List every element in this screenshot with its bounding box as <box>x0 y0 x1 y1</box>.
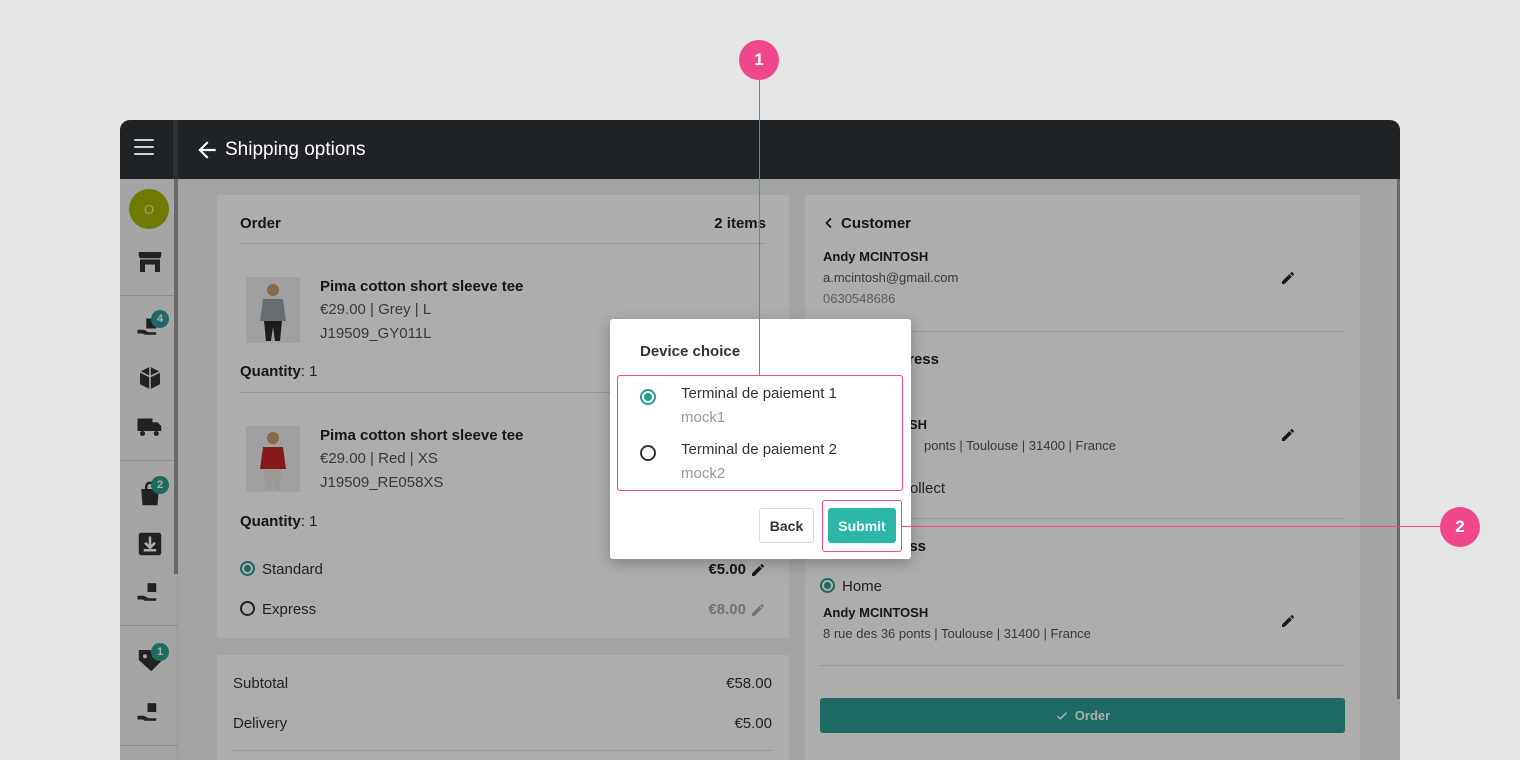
dialog-title: Device choice <box>640 343 741 360</box>
back-arrow-icon[interactable] <box>194 137 220 163</box>
menu-icon[interactable] <box>134 139 154 159</box>
highlight-device-options <box>617 375 903 491</box>
callout-line-1 <box>759 80 760 375</box>
callout-badge-1: 1 <box>739 40 779 80</box>
top-bar: Shipping options <box>120 120 1400 179</box>
highlight-submit <box>822 500 902 552</box>
callout-badge-2: 2 <box>1440 507 1480 547</box>
callout-line-2 <box>902 526 1440 527</box>
page-title: Shipping options <box>225 139 366 160</box>
topbar-divider <box>173 120 178 179</box>
back-button[interactable]: Back <box>759 508 814 543</box>
